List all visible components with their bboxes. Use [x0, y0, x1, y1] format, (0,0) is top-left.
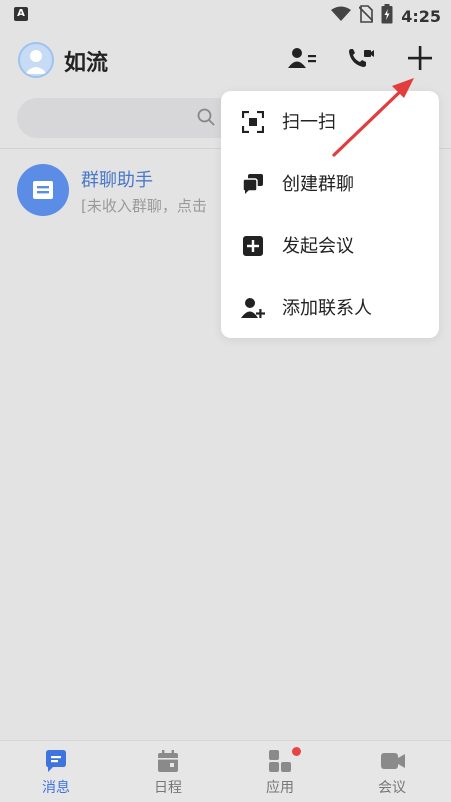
tab-label: 应用 — [266, 780, 294, 796]
annotation-arrow-icon — [332, 78, 414, 157]
apps-badge-dot — [292, 747, 301, 756]
tab-label: 会议 — [378, 780, 406, 796]
calendar-icon — [156, 749, 180, 773]
video-icon — [380, 749, 405, 773]
tab-messages[interactable]: 消息 — [0, 741, 112, 802]
tab-meetings[interactable]: 会议 — [336, 741, 448, 802]
tab-schedule[interactable]: 日程 — [112, 741, 224, 802]
tab-apps[interactable]: 应用 — [224, 741, 336, 802]
message-icon — [44, 749, 68, 773]
apps-icon — [268, 749, 292, 773]
bottom-tab-bar: 消息 日程 应用 会议 — [0, 740, 451, 802]
tab-label: 日程 — [154, 780, 182, 796]
tab-label: 消息 — [42, 780, 70, 796]
